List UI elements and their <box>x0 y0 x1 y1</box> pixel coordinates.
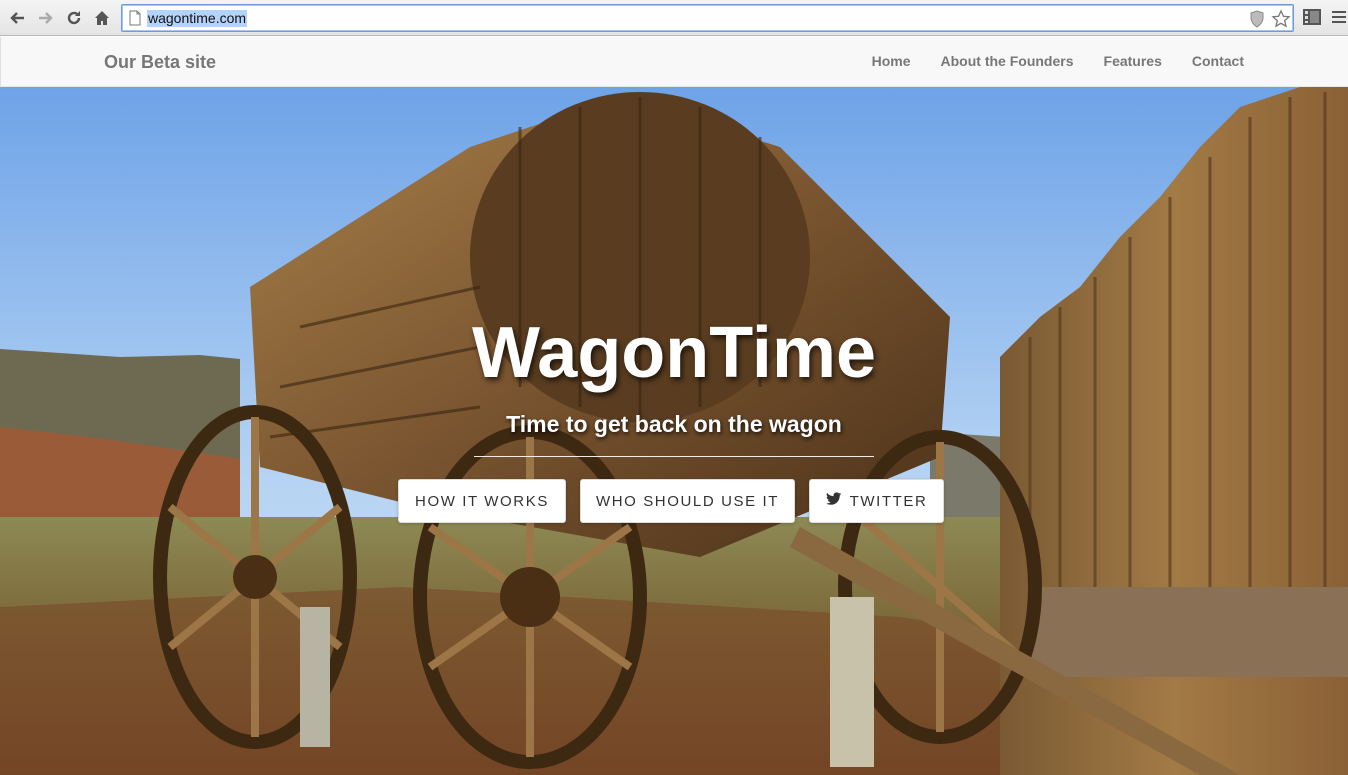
hero-content: WagonTime Time to get back on the wagon … <box>0 87 1348 775</box>
nav-contact[interactable]: Contact <box>1192 53 1244 69</box>
twitter-label: TWITTER <box>849 492 928 510</box>
reload-icon[interactable] <box>63 7 85 29</box>
page-icon <box>129 10 141 31</box>
brand-link[interactable]: Our Beta site <box>104 52 216 73</box>
twitter-button[interactable]: TWITTER <box>809 479 944 523</box>
who-should-use-it-button[interactable]: WHO SHOULD USE IT <box>580 479 795 523</box>
site-navbar: Our Beta site Home About the Founders Fe… <box>0 37 1348 87</box>
back-icon[interactable] <box>7 7 29 29</box>
nav-about-founders[interactable]: About the Founders <box>941 53 1074 69</box>
nav-home[interactable]: Home <box>872 53 911 69</box>
forward-icon[interactable] <box>34 7 56 29</box>
who-should-use-it-label: WHO SHOULD USE IT <box>595 492 780 510</box>
browser-toolbar: wagontime.com <box>0 0 1348 36</box>
home-icon[interactable] <box>91 7 113 29</box>
twitter-icon <box>825 492 842 510</box>
shield-icon[interactable] <box>1249 10 1265 33</box>
hero-divider <box>474 456 874 457</box>
star-icon[interactable] <box>1271 9 1291 34</box>
menu-icon[interactable] <box>1332 10 1346 29</box>
how-it-works-label: HOW IT WORKS <box>415 492 549 510</box>
extensions-icon[interactable] <box>1302 8 1322 31</box>
hero-subtitle: Time to get back on the wagon <box>506 411 842 437</box>
nav-links: Home About the Founders Features Contact <box>872 53 1244 69</box>
nav-features[interactable]: Features <box>1104 53 1162 69</box>
url-text[interactable]: wagontime.com <box>147 10 248 27</box>
hero-title: WagonTime <box>471 313 876 393</box>
address-bar[interactable]: wagontime.com <box>121 4 1294 32</box>
hero-section: WagonTime Time to get back on the wagon … <box>0 87 1348 775</box>
how-it-works-button[interactable]: HOW IT WORKS <box>398 479 566 523</box>
